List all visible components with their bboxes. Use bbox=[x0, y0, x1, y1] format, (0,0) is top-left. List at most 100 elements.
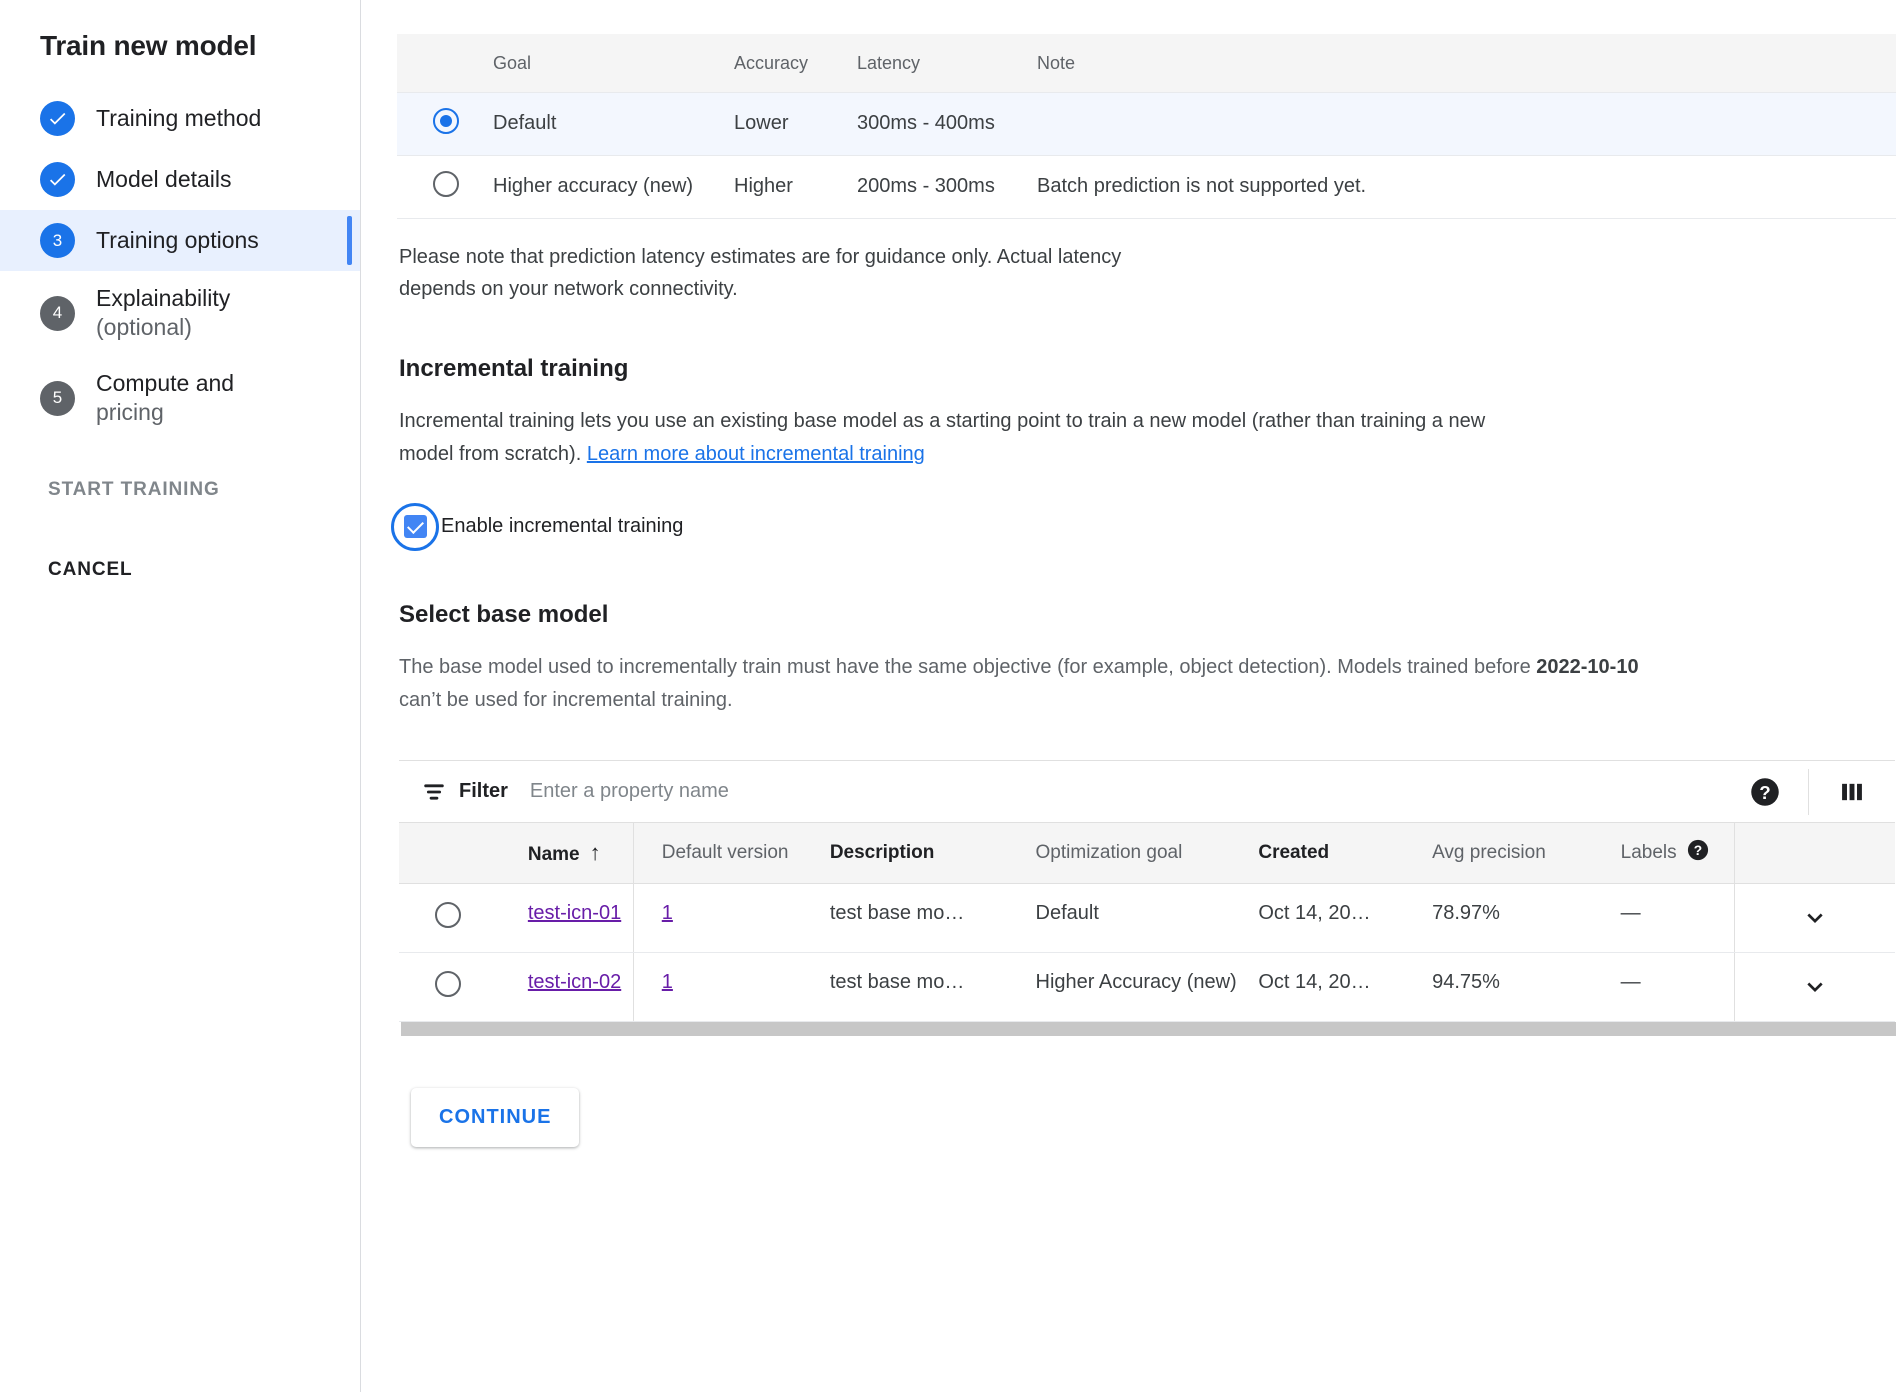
col-header-name-label: Name bbox=[528, 844, 580, 865]
model-created-cell: Oct 14, 20… bbox=[1258, 883, 1432, 952]
select-base-model-description: The base model used to incrementally tra… bbox=[399, 651, 1669, 717]
radio-higher-accuracy[interactable] bbox=[433, 171, 459, 197]
table-row[interactable]: Higher accuracy (new) Higher 200ms - 300… bbox=[397, 155, 1896, 218]
model-version-cell[interactable]: 1 bbox=[633, 952, 830, 1021]
col-header-select bbox=[397, 34, 493, 92]
incremental-training-description: Incremental training lets you use an exi… bbox=[399, 405, 1519, 471]
model-radio-cell[interactable] bbox=[399, 952, 502, 1021]
sidebar-item-label-main: Explainability bbox=[96, 285, 230, 311]
col-header-avg-precision[interactable]: Avg precision bbox=[1432, 823, 1621, 883]
filter-bar-actions: ? bbox=[1722, 761, 1895, 822]
model-goal-cell: Higher Accuracy (new) bbox=[1036, 952, 1259, 1021]
model-description-cell: test base mo… bbox=[830, 952, 1036, 1021]
help-icon: ? bbox=[1750, 777, 1780, 807]
col-header-name[interactable]: Name ↑ bbox=[502, 823, 633, 883]
chevron-down-icon bbox=[1800, 971, 1830, 1001]
enable-incremental-training-row[interactable]: Enable incremental training bbox=[399, 503, 1896, 551]
accuracy-value: Lower bbox=[734, 92, 857, 155]
latency-value: 200ms - 300ms bbox=[857, 155, 1037, 218]
filter-icon bbox=[421, 779, 447, 805]
page-title: Train new model bbox=[0, 30, 360, 62]
sidebar-item-compute-and-pricing[interactable]: 5 Compute and pricing bbox=[0, 356, 360, 441]
sidebar-item-label: Compute and pricing bbox=[96, 369, 234, 428]
sidebar-item-label: Explainability (optional) bbox=[96, 284, 230, 343]
model-version-link[interactable]: 1 bbox=[662, 902, 673, 924]
accuracy-value: Higher bbox=[734, 155, 857, 218]
goal-radio-cell[interactable] bbox=[397, 92, 493, 155]
col-header-select bbox=[399, 823, 502, 883]
model-goal-cell: Default bbox=[1036, 883, 1259, 952]
base-model-description-part2: can’t be used for incremental training. bbox=[399, 689, 733, 711]
main-content: Goal Accuracy Latency Note Default Lower… bbox=[361, 0, 1896, 1392]
col-header-labels-label: Labels bbox=[1621, 842, 1677, 863]
learn-more-incremental-training-link[interactable]: Learn more about incremental training bbox=[587, 443, 925, 465]
table-row[interactable]: test-icn-02 1 test base mo… Higher Accur… bbox=[399, 952, 1895, 1021]
train-new-model-page: Train new model Training method Model de… bbox=[0, 0, 1896, 1392]
model-precision-cell: 94.75% bbox=[1432, 952, 1621, 1021]
col-header-optimization-goal[interactable]: Optimization goal bbox=[1036, 823, 1259, 883]
note-value bbox=[1037, 92, 1896, 155]
svg-text:?: ? bbox=[1693, 843, 1701, 858]
sidebar-item-label-sub: (optional) bbox=[96, 313, 230, 342]
sidebar-item-explainability[interactable]: 4 Explainability (optional) bbox=[0, 271, 360, 356]
model-name-link[interactable]: test-icn-01 bbox=[528, 902, 621, 924]
model-name-link[interactable]: test-icn-02 bbox=[528, 971, 621, 993]
enable-incremental-training-checkbox[interactable] bbox=[404, 515, 427, 538]
cancel-button[interactable]: CANCEL bbox=[48, 559, 133, 581]
model-description-cell: test base mo… bbox=[830, 883, 1036, 952]
goal-value: Default bbox=[493, 92, 734, 155]
sort-ascending-icon: ↑ bbox=[590, 840, 601, 865]
base-model-table: Name ↑ Default version Description Optimi… bbox=[399, 823, 1895, 1022]
step-number-badge: 4 bbox=[40, 296, 75, 331]
sidebar-item-label: Model details bbox=[96, 165, 232, 194]
filter-bar: Filter ? bbox=[399, 761, 1895, 823]
checkbox-focus-ring[interactable] bbox=[391, 503, 439, 551]
continue-button[interactable]: CONTINUE bbox=[411, 1088, 579, 1147]
chevron-down-icon bbox=[1800, 902, 1830, 932]
model-name-cell[interactable]: test-icn-01 bbox=[502, 883, 633, 952]
radio-test-icn-01[interactable] bbox=[435, 902, 461, 928]
model-name-cell[interactable]: test-icn-02 bbox=[502, 952, 633, 1021]
table-header-row: Goal Accuracy Latency Note bbox=[397, 34, 1896, 92]
sidebar-item-model-details[interactable]: Model details bbox=[0, 149, 360, 210]
optimization-goal-table: Goal Accuracy Latency Note Default Lower… bbox=[397, 34, 1896, 219]
help-button[interactable]: ? bbox=[1722, 761, 1808, 822]
table-row[interactable]: Default Lower 300ms - 400ms bbox=[397, 92, 1896, 155]
labels-help-icon[interactable]: ? bbox=[1687, 839, 1709, 867]
model-expand-cell[interactable] bbox=[1735, 952, 1895, 1021]
sidebar-item-label: Training method bbox=[96, 104, 261, 133]
model-precision-cell: 78.97% bbox=[1432, 883, 1621, 952]
table-row[interactable]: test-icn-01 1 test base mo… Default Oct … bbox=[399, 883, 1895, 952]
model-version-link[interactable]: 1 bbox=[662, 971, 673, 993]
sidebar-item-training-options[interactable]: 3 Training options bbox=[0, 210, 360, 271]
goal-radio-cell[interactable] bbox=[397, 155, 493, 218]
start-training-button[interactable]: START TRAINING bbox=[48, 479, 220, 501]
select-base-model-heading: Select base model bbox=[399, 601, 1896, 629]
radio-test-icn-02[interactable] bbox=[435, 971, 461, 997]
col-header-goal: Goal bbox=[493, 34, 734, 92]
col-header-note: Note bbox=[1037, 34, 1896, 92]
col-header-default-version[interactable]: Default version bbox=[633, 823, 830, 883]
table-header-row: Name ↑ Default version Description Optimi… bbox=[399, 823, 1895, 883]
sidebar-item-training-method[interactable]: Training method bbox=[0, 88, 360, 149]
column-selector-button[interactable] bbox=[1809, 761, 1895, 822]
filter-input[interactable] bbox=[530, 780, 1722, 803]
model-radio-cell[interactable] bbox=[399, 883, 502, 952]
base-model-description-part1: The base model used to incrementally tra… bbox=[399, 656, 1536, 678]
incremental-description-text: Incremental training lets you use an exi… bbox=[399, 410, 1485, 465]
col-header-created[interactable]: Created bbox=[1258, 823, 1432, 883]
incremental-training-heading: Incremental training bbox=[399, 355, 1896, 383]
horizontal-scrollbar[interactable] bbox=[401, 1022, 1896, 1036]
model-version-cell[interactable]: 1 bbox=[633, 883, 830, 952]
col-header-description[interactable]: Description bbox=[830, 823, 1036, 883]
model-expand-cell[interactable] bbox=[1735, 883, 1895, 952]
wizard-sidebar: Train new model Training method Model de… bbox=[0, 0, 361, 1392]
sidebar-item-label-main: Compute and bbox=[96, 370, 234, 396]
latency-disclaimer: Please note that prediction latency esti… bbox=[399, 241, 1139, 306]
sidebar-actions: START TRAINING CANCEL bbox=[0, 479, 360, 581]
enable-incremental-training-label: Enable incremental training bbox=[441, 515, 683, 538]
note-value: Batch prediction is not supported yet. bbox=[1037, 155, 1896, 218]
col-header-labels[interactable]: Labels ? bbox=[1621, 823, 1735, 883]
model-labels-cell: — bbox=[1621, 952, 1735, 1021]
radio-default[interactable] bbox=[433, 108, 459, 134]
